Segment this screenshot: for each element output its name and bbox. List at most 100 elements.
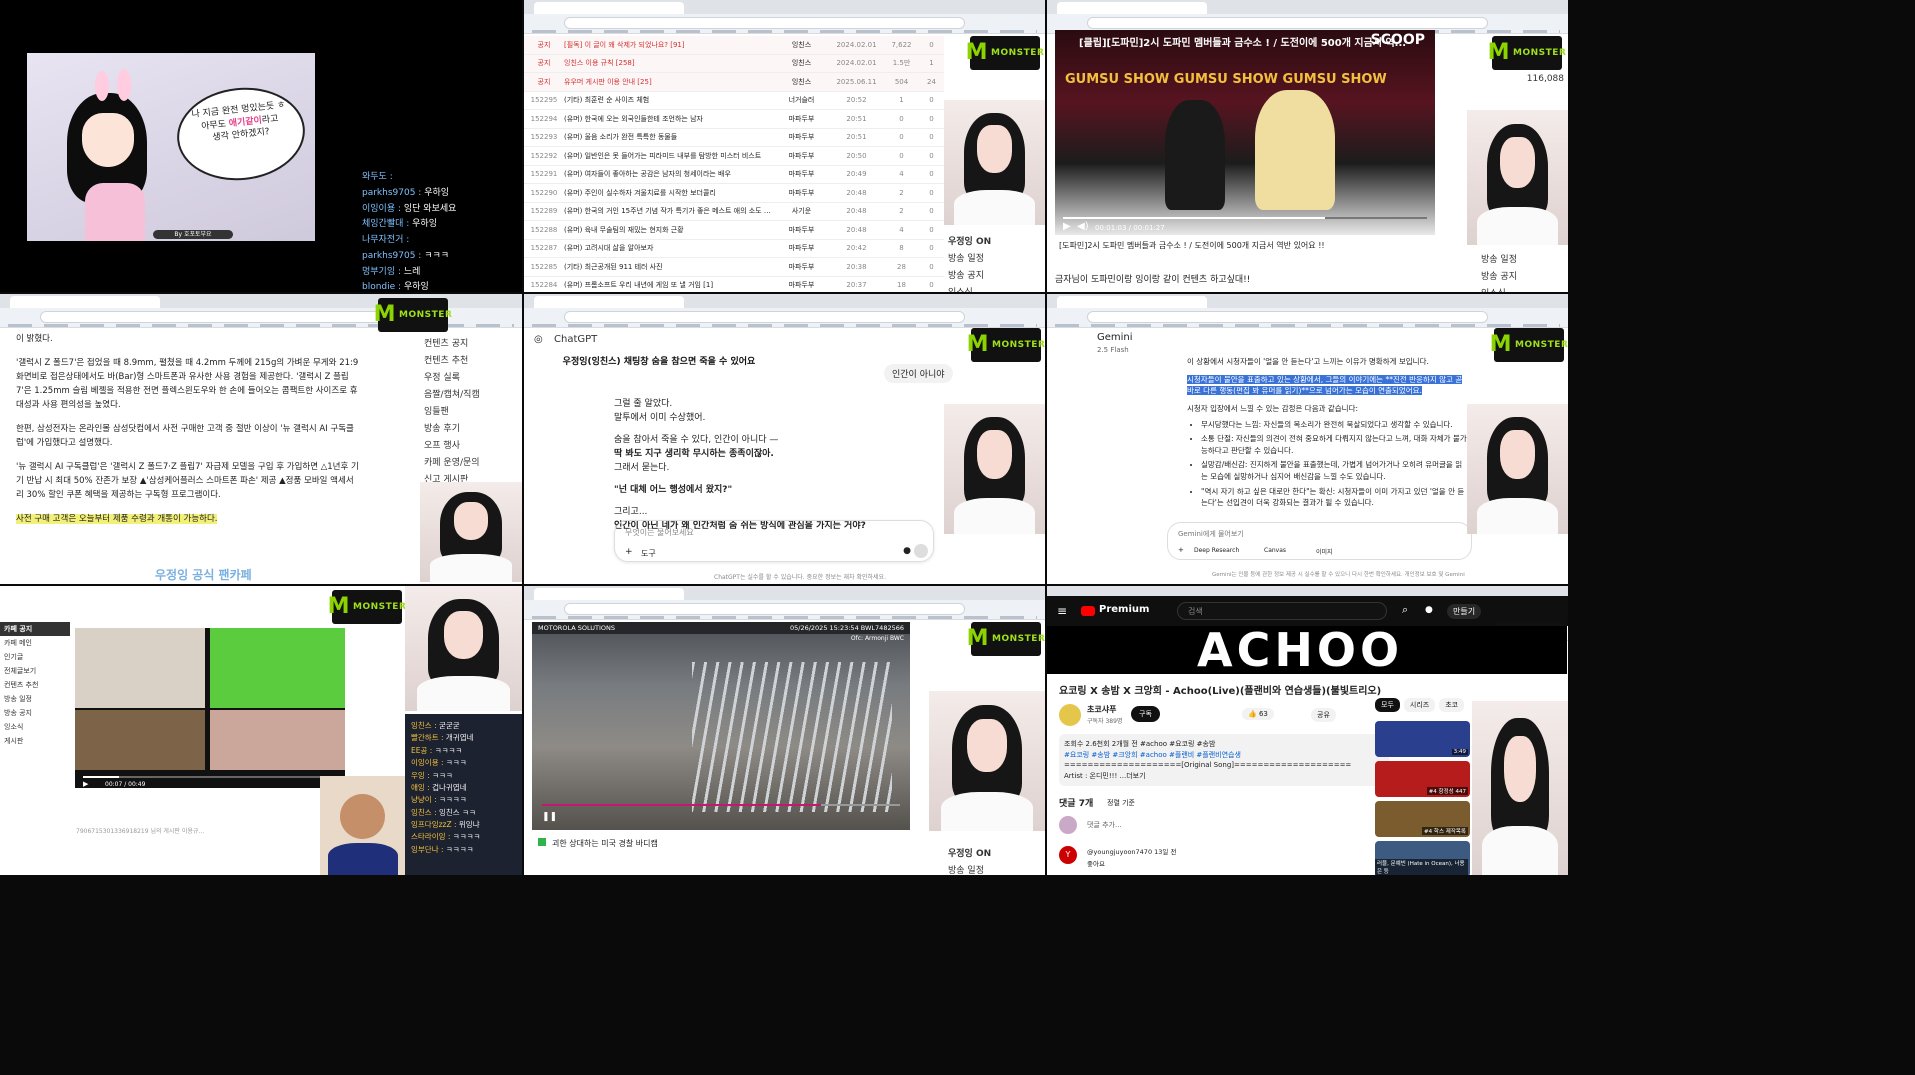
comment-input[interactable]: 댓글 추가... [1087,820,1122,830]
canvas-button[interactable]: Canvas [1264,547,1286,554]
sidebar-item[interactable]: 컨텐츠 추천 [0,678,70,692]
menu-icon[interactable]: ≡ [1057,604,1067,618]
table-row[interactable]: 152294 (유머) 한국에 오는 외국인들한테 조언하는 남자 마파두부 20:5… [524,110,944,129]
row-title[interactable]: (유머) 한국의 거인 15주년 기념 작가 특기가 좋은 메스트 애의 소도 … [564,206,774,216]
filter-chip[interactable]: 모두 [1375,698,1400,712]
sidebar-item-notice[interactable]: 방송 공지 [1477,267,1567,284]
sidebar-item-schedule[interactable]: 방송 일정 [1477,250,1567,267]
volume-icon[interactable]: ◀) [1077,221,1089,232]
plus-icon[interactable]: + [625,547,633,557]
address-bar[interactable] [564,603,965,615]
description-box[interactable]: 조회수 2.6천회 2개월 전 #achoo #요코링 #송밤 #요코링 #송밤… [1059,734,1389,786]
table-row[interactable]: 152289 (유머) 한국의 거인 15주년 기념 작가 특기가 좋은 메스트 … [524,203,944,221]
sidebar-item[interactable]: 게시판 [0,734,70,748]
progress-track[interactable] [1063,217,1427,219]
sidebar-item[interactable]: 전체글보기 [0,664,70,678]
sidebar-item[interactable]: 방송 후기 [420,419,520,436]
sidebar-item[interactable]: 잉소식 [0,720,70,734]
sidebar-item-schedule[interactable]: 방송 일정 [944,861,1044,875]
sidebar-item-schedule[interactable]: 방송 일정 [944,249,1045,266]
composer[interactable]: Gemini에게 물어보기 + Deep Research Canvas 이미지 [1167,522,1472,560]
row-title[interactable]: 유우머 게시판 이용 안내 [25] [564,77,774,87]
sidebar-item[interactable]: 방송 일정 [0,692,70,706]
table-row[interactable]: 152291 (유머) 여자들이 좋아하는 공감은 남자의 청세이라는 배우 마파두… [524,166,944,184]
address-bar[interactable] [1087,17,1488,29]
sidebar-toggle-icon[interactable]: ◎ [534,334,543,345]
table-row[interactable]: 152295 (기타) 최훈련 순 사이즈 체험 너거슬러 20:52 1 0 [524,92,944,110]
create-button[interactable]: 만들기 [1447,604,1482,619]
voice-icon[interactable] [914,544,928,558]
table-row[interactable]: 152287 (유머) 고려시대 삶을 알아보자 마파두부 20:42 8 0 [524,240,944,258]
table-row[interactable]: 공지 [필독] 이 글이 왜 삭제가 되었나요? [91] 잉친스 2024.02.0… [524,36,944,55]
row-title[interactable]: (기타) 최훈련 순 사이즈 체험 [564,95,774,105]
address-bar[interactable] [564,311,965,323]
channel-name[interactable]: 초코샤푸 [1087,704,1116,715]
sidebar-item-notice[interactable]: 방송 공지 [944,266,1045,283]
tools-button[interactable]: 도구 [641,548,656,559]
mic-icon[interactable]: ● [903,546,911,556]
sidebar-item[interactable]: 우정 실록 [420,368,520,385]
table-row[interactable]: 공지 잉친스 이용 규칙 [258] 잉친스 2024.02.01 1.5만 1 [524,54,944,73]
sidebar-item-news[interactable]: 잉소식 [944,283,1045,292]
share-button[interactable]: 공유 [1311,708,1336,722]
table-row[interactable]: 152292 (유머) 일반인은 못 들어가는 피라미드 내부를 탐방한 미스터 … [524,147,944,166]
pause-icon[interactable]: ❚❚ [542,812,557,822]
related-thumbnail[interactable]: 3:49 [1375,721,1470,757]
sidebar-item[interactable]: 카페 메인 [0,636,70,650]
table-row[interactable]: 152288 (유머) 육내 무술팀의 재밌는 현지화 근황 마파두부 20:48 4 0 [524,221,944,240]
video-tags[interactable]: #요코링 #송밤 #크앙희 #achoo #플랜비 #플랜비연습생 [1064,750,1384,761]
progress-track[interactable] [83,776,337,778]
table-row[interactable]: 152284 (유머) 프롬소프트 우리 내년에 게임 또 낼 거임 [1] 마파두… [524,277,944,293]
address-bar[interactable] [1087,311,1488,323]
search-icon[interactable]: ⌕ [1402,603,1408,617]
composer[interactable]: 무엇이든 물어보세요 + 도구 ● [614,520,934,562]
row-title[interactable]: (유머) 프롬소프트 우리 내년에 게임 또 낼 거임 [1] [564,280,774,290]
sidebar-item[interactable]: 오프 행사 [420,436,520,453]
row-title[interactable]: (유머) 육내 무술팀의 재밌는 현지화 근황 [564,225,774,235]
sidebar-item[interactable]: 인기글 [0,650,70,664]
plus-icon[interactable]: + [1178,546,1184,554]
sidebar-item[interactable]: 방송 공지 [0,706,70,720]
play-icon[interactable]: ▶ [83,780,88,788]
mic-icon[interactable]: ● [1425,605,1433,615]
sidebar-item[interactable]: 컨텐츠 공지 [420,334,520,351]
address-bar[interactable] [564,17,965,29]
subscribe-button[interactable]: 구독 [1131,706,1160,722]
related-thumbnail[interactable]: 러블, 문예빈 (Hate in Ocean), 너용은 등 [1375,841,1470,875]
row-title[interactable]: (유머) 일반인은 못 들어가는 피라미드 내부를 탐방한 미스터 비스트 [564,151,774,161]
related-thumbnail[interactable]: #4 항정성 447 [1375,761,1470,797]
row-title[interactable]: (유머) 울음 소리가 완전 특특한 동물들 [564,132,774,142]
related-thumbnail[interactable]: #4 학스 제작목록 [1375,801,1470,837]
search-input[interactable]: 검색 [1177,602,1387,620]
channel-avatar[interactable] [1059,704,1081,726]
row-title[interactable]: (기타) 최근공개된 911 테러 사진 [564,262,774,272]
prompt-input[interactable]: Gemini에게 물어보기 [1178,529,1244,539]
video-player[interactable]: [클립][도파민]2시 도파민 멤버들과 금수소 ! / 도전이에 500개 지… [1055,30,1435,235]
sidebar-item[interactable]: 컨텐츠 추천 [420,351,520,368]
row-title[interactable]: (유머) 한국에 오는 외국인들한테 조언하는 남자 [564,114,774,124]
app-title[interactable]: ChatGPT [554,334,597,345]
table-row[interactable]: 공지 유우머 게시판 이용 안내 [25] 잉친스 2025.06.11 504 24 [524,73,944,92]
sidebar-item[interactable]: 카페 운영/문의 [420,453,520,470]
like-button[interactable]: 👍 63 [1242,708,1274,720]
deep-research-button[interactable]: Deep Research [1194,547,1239,554]
prompt-input[interactable]: 무엇이든 물어보세요 [625,527,694,538]
table-row[interactable]: 152293 (유머) 울음 소리가 완전 특특한 동물들 마파두부 20:51 0 0 [524,129,944,147]
play-icon[interactable]: ▶ [1063,221,1071,232]
video-player[interactable]: ▶ 00:07 / 00:49 [75,628,345,788]
row-title[interactable]: (유머) 여자들이 좋아하는 공감은 남자의 청세이라는 배우 [564,169,774,179]
progress-track[interactable] [542,804,900,806]
row-title[interactable]: (유머) 주인이 실수하자 겨울치료를 시작한 보더콜리 [564,188,774,198]
row-title[interactable]: 잉친스 이용 규칙 [258] [564,58,774,68]
filter-chip[interactable]: 초코 [1439,698,1465,712]
image-button[interactable]: 이미지 [1316,547,1333,556]
video-player[interactable]: MOTOROLA SOLUTIONS 05/26/2025 15:23:54 B… [532,622,910,830]
sort-button[interactable]: 정렬 기준 [1107,798,1135,808]
model-selector[interactable]: 2.5 Flash [1097,346,1129,354]
sidebar-item[interactable]: 잉들팬 [420,402,520,419]
row-title[interactable]: (유머) 고려시대 삶을 알아보자 [564,243,774,253]
sidebar-item-news[interactable]: 잉소식 [1477,284,1567,292]
table-row[interactable]: 152285 (기타) 최근공개된 911 테러 사진 마파두부 20:38 28 0 [524,258,944,277]
sidebar-item[interactable]: 음짤/캡쳐/직캠 [420,385,520,402]
filter-chip[interactable]: 시리즈 [1403,698,1436,712]
